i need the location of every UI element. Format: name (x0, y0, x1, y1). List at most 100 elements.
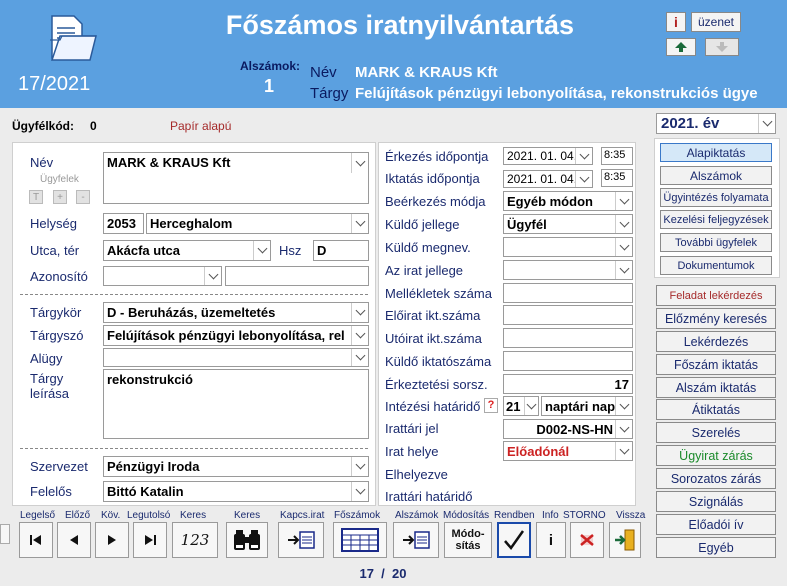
task-query-button[interactable]: Feladat lekérdezés (656, 285, 776, 306)
registration-time-label: Iktatás időpontja (385, 171, 480, 186)
help-icon[interactable]: ? (484, 398, 498, 413)
linked-doc-button[interactable] (278, 522, 324, 558)
history-search-button[interactable]: Előzmény keresés (656, 308, 776, 329)
sub-numbers-label: Alszámok: (240, 59, 301, 73)
message-button[interactable]: üzenet (691, 12, 741, 32)
subcase-select[interactable] (103, 348, 369, 367)
ok-button[interactable] (497, 522, 531, 558)
mini-t-button[interactable]: T (29, 190, 43, 204)
info-tool-button[interactable]: i (536, 522, 566, 558)
find-button[interactable] (226, 522, 268, 558)
sub-number-registration-button[interactable]: Alszám iktatás (656, 377, 776, 398)
back-label: Vissza (616, 510, 646, 521)
chevron-down-icon (575, 148, 592, 164)
chevron-down-icon (253, 241, 270, 260)
chevron-down-icon (204, 267, 221, 285)
number-search-button[interactable]: 123 (172, 522, 218, 558)
sender-name-label: Küldő megnev. (385, 240, 471, 255)
arrival-date-field[interactable]: 2021. 01. 04. (503, 147, 593, 165)
organization-select[interactable]: Pénzügyi Iroda (103, 456, 369, 477)
responsible-select[interactable]: Bittó Katalin (103, 481, 369, 502)
back-button[interactable] (609, 522, 641, 558)
last-record-icon (145, 535, 156, 545)
archive-code-select[interactable]: D002-NS-HN (503, 419, 633, 439)
notes-button[interactable]: Kezelési feljegyzések (660, 210, 772, 229)
sub-numbers-button[interactable]: Alszámok (660, 166, 772, 185)
house-number-field[interactable]: D (313, 240, 369, 261)
next-record-icon (108, 535, 116, 545)
mini-minus-button[interactable]: - (76, 190, 90, 204)
chevron-down-icon (351, 349, 368, 366)
attachments-field[interactable] (503, 283, 633, 303)
mini-plus-button[interactable]: + (53, 190, 67, 204)
arrival-time-field[interactable]: 8:35 (601, 147, 633, 165)
keyword-select[interactable]: Felújítások pénzügyi lebonyolítása, rel (103, 325, 369, 346)
last-button[interactable] (133, 522, 167, 558)
re-registration-button[interactable]: Átiktatás (656, 399, 776, 420)
other-button[interactable]: Egyéb (656, 537, 776, 558)
arrow-up-button[interactable] (666, 38, 696, 56)
storno-icon (580, 534, 594, 546)
city-select[interactable]: Herceghalom (146, 213, 369, 234)
house-number-label: Hsz (279, 243, 302, 258)
process-flow-button[interactable]: Ügyintézés folyamata (660, 188, 772, 207)
arrival-serial-field[interactable]: 17 (503, 374, 633, 394)
document-location-label: Irat helye (385, 444, 439, 459)
main-numbers-button[interactable] (333, 522, 387, 558)
basic-registration-button[interactable]: Alapiktatás (660, 143, 772, 162)
next-doc-field[interactable] (503, 328, 633, 348)
chevron-down-icon (615, 397, 632, 415)
previous-button[interactable] (57, 522, 91, 558)
query-button[interactable]: Lekérdezés (656, 331, 776, 352)
subject-area-select[interactable]: D - Beruházás, üzemeltetés (103, 302, 369, 323)
find-label: Keres (234, 510, 261, 521)
info-button[interactable]: i (666, 12, 686, 32)
storno-button[interactable] (570, 522, 604, 558)
checkmark-icon (504, 530, 525, 551)
assignment-button[interactable]: Szignálás (656, 491, 776, 512)
document-location-select[interactable]: Előadónál (503, 441, 633, 461)
name-field[interactable]: MARK & KRAUS Kft (103, 152, 369, 204)
more-clients-button[interactable]: További ügyfelek (660, 233, 772, 252)
identifier-select[interactable] (103, 266, 222, 286)
case-close-button[interactable]: Ügyirat zárás (656, 445, 776, 466)
linked-doc-icon (288, 531, 315, 549)
sub-numbers-tool-label: Alszámok (395, 510, 439, 521)
description-field[interactable]: rekonstrukció (103, 369, 369, 439)
sender-ref-field[interactable] (503, 351, 633, 371)
arrow-down-button[interactable] (705, 38, 739, 56)
first-button[interactable] (19, 522, 53, 558)
deadline-unit-select[interactable]: naptári nap (541, 396, 633, 416)
info-icon: i (548, 531, 554, 549)
main-number-registration-button[interactable]: Főszám iktatás (656, 354, 776, 375)
keyword-value: Felújítások pénzügyi lebonyolítása, rel (107, 328, 345, 343)
document-location-value: Előadónál (507, 444, 570, 459)
description-label-1: Tárgy (30, 371, 64, 386)
documents-button[interactable]: Dokumentumok (660, 256, 772, 275)
sender-type-value: Ügyfél (507, 217, 547, 232)
officer-sheet-button[interactable]: Előadói ív (656, 514, 776, 535)
receipt-method-select[interactable]: Egyéb módon (503, 191, 633, 211)
registration-date-field[interactable]: 2021. 01. 04. (503, 170, 593, 188)
previous-doc-field[interactable] (503, 305, 633, 325)
zip-field[interactable]: 2053 (103, 213, 144, 234)
chevron-down-icon (524, 397, 538, 415)
sub-numbers-tool-button[interactable] (393, 522, 439, 558)
registration-time-field[interactable]: 8:35 (601, 169, 633, 187)
identifier-field[interactable] (225, 266, 369, 286)
sender-ref-label: Küldő iktatószáma (385, 354, 492, 369)
storno-label: STORNO (563, 510, 606, 521)
sender-type-select[interactable]: Ügyfél (503, 214, 633, 234)
page-title: Főszámos iratnyilvántartás (225, 10, 575, 40)
street-select[interactable]: Akácfa utca (103, 240, 271, 261)
client-code-value: 0 (90, 119, 97, 133)
next-button[interactable] (95, 522, 129, 558)
year-select[interactable]: 2021. év (656, 113, 776, 134)
sender-name-select[interactable] (503, 237, 633, 257)
modify-button[interactable]: Módo- sítás (444, 522, 492, 558)
sub-numbers-count: 1 (264, 76, 275, 96)
batch-close-button[interactable]: Sorozatos zárás (656, 468, 776, 489)
deadline-number-select[interactable]: 21 (503, 396, 539, 416)
merge-button[interactable]: Szerelés (656, 422, 776, 443)
document-type-select[interactable] (503, 260, 633, 280)
